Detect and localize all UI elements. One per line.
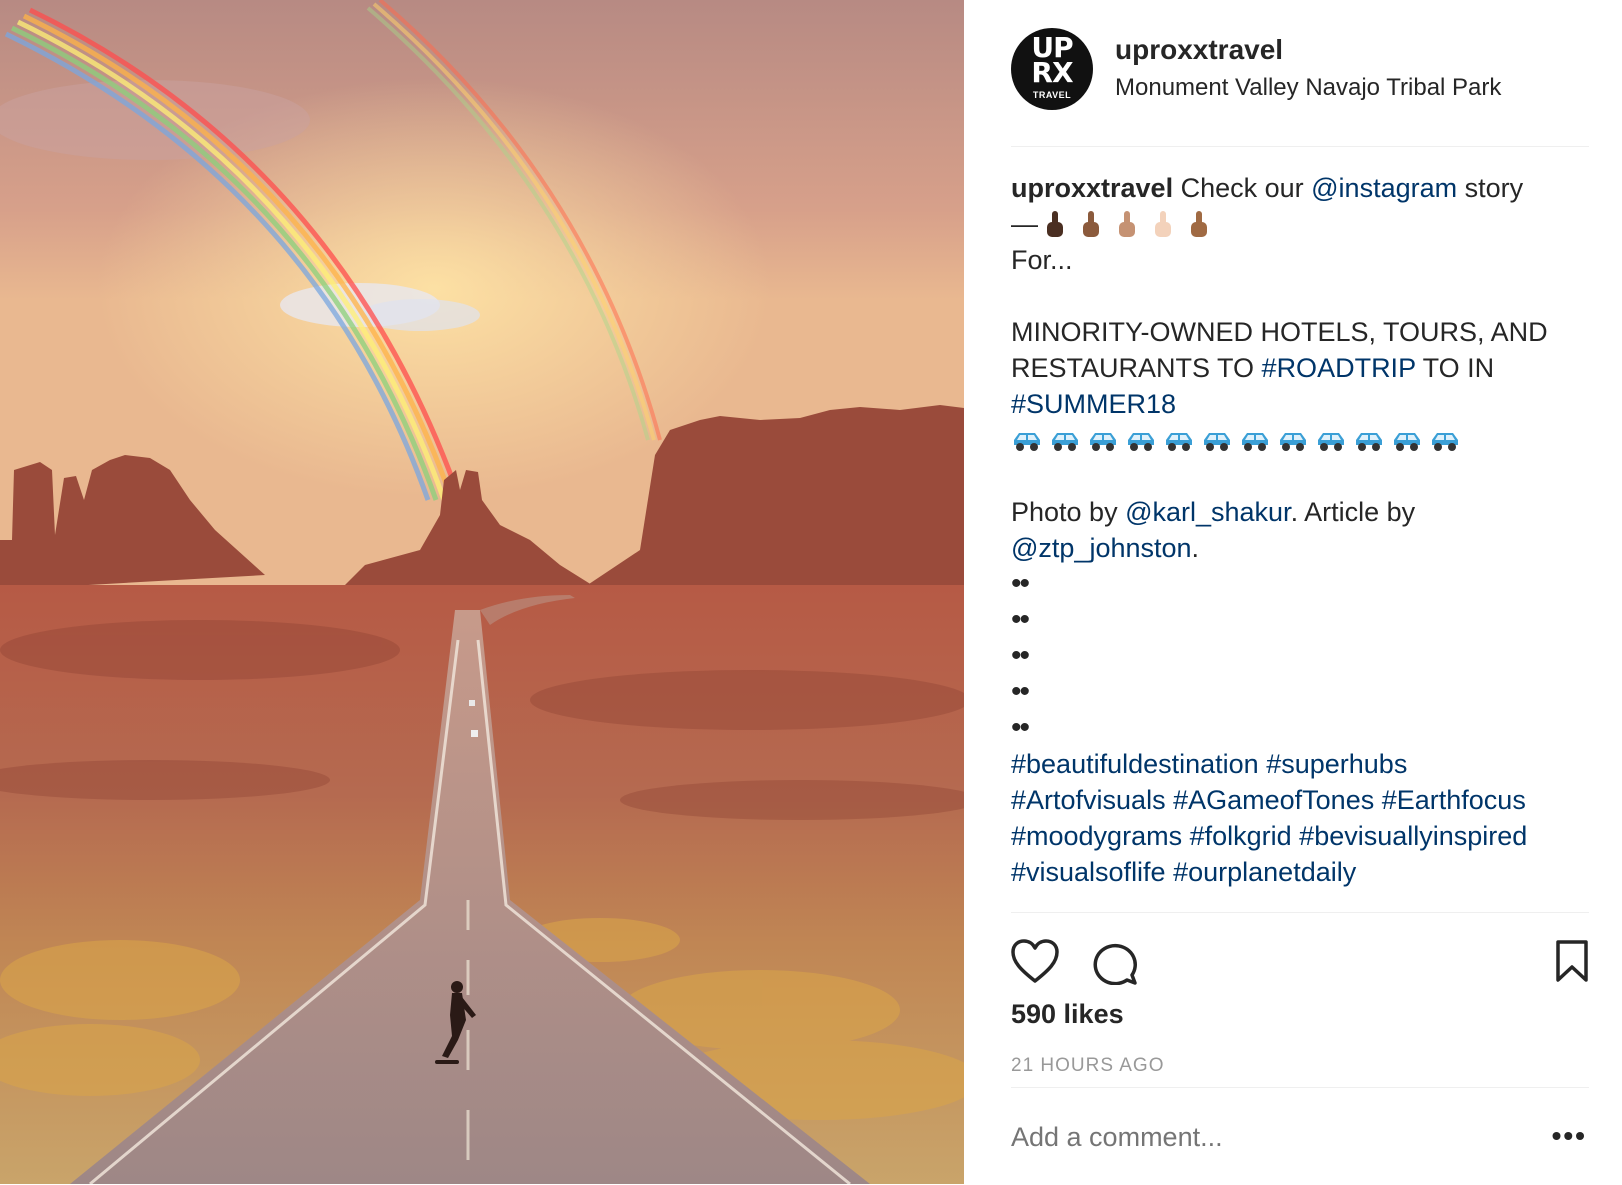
hashtag-link[interactable]: #SUMMER18 — [1011, 389, 1176, 419]
avatar[interactable]: UP RX TRAVEL — [1011, 28, 1093, 110]
hashtag-link[interactable]: #ROADTRIP — [1262, 353, 1416, 383]
mention-link[interactable]: @ztp_johnston — [1011, 533, 1192, 563]
post-view: UP RX TRAVEL uproxxtravel Monument Valle… — [0, 0, 1622, 1184]
save-button[interactable] — [1555, 939, 1589, 983]
like-button[interactable] — [1011, 939, 1059, 985]
caption-text: Photo by — [1011, 497, 1126, 527]
hashtag-link[interactable]: #ourplanetdaily — [1173, 857, 1356, 887]
pointing-hand-emoji-icon — [1046, 211, 1064, 237]
hashtag-link[interactable]: #visualsoflife — [1011, 857, 1166, 887]
hashtag-link[interactable]: #beautifuldestination — [1011, 749, 1259, 779]
pointing-hand-emoji-icon — [1154, 211, 1172, 237]
comment-area: ••• — [1011, 1087, 1589, 1185]
caption-line: uproxxtravel Check our @instagram story — [1011, 170, 1589, 206]
caption-dots: •• — [1011, 675, 1030, 708]
car-emoji-icon — [1432, 433, 1458, 451]
hashtag-link[interactable]: #moodygrams — [1011, 821, 1182, 851]
hashtag-link[interactable]: #Earthfocus — [1382, 785, 1526, 815]
photo-illustration — [0, 0, 964, 1184]
post-header: UP RX TRAVEL uproxxtravel Monument Valle… — [1011, 28, 1589, 147]
pointing-hand-emoji-icon — [1190, 211, 1208, 237]
hashtag-link[interactable]: #bevisuallyinspired — [1299, 821, 1527, 851]
bookmark-icon — [1556, 940, 1588, 982]
car-emoji-row — [1011, 422, 1589, 458]
caption-text: . Article by — [1290, 497, 1416, 527]
car-emoji-icon — [1318, 433, 1344, 451]
caption-headline: MINORITY-OWNED HOTELS, TOURS, AND — [1011, 317, 1548, 347]
hashtag-line: #beautifuldestination #superhubs — [1011, 746, 1589, 782]
caption-text: story — [1457, 173, 1524, 203]
car-emoji-icon — [1356, 433, 1382, 451]
caption-line: #SUMMER18 — [1011, 386, 1589, 422]
car-emoji-icon — [1204, 433, 1230, 451]
car-emoji-icon — [1166, 433, 1192, 451]
caption-credit: Photo by @karl_shakur. Article by — [1011, 494, 1589, 530]
more-options-button[interactable]: ••• — [1552, 1122, 1587, 1150]
hashtag-link[interactable]: #folkgrid — [1190, 821, 1292, 851]
hashtag-line: #visualsoflife #ourplanetdaily — [1011, 854, 1589, 890]
pointing-hand-emoji-icon — [1118, 211, 1136, 237]
location-link[interactable]: Monument Valley Navajo Tribal Park — [1115, 74, 1501, 102]
hashtag-line: #moodygrams #folkgrid #bevisuallyinspire… — [1011, 818, 1589, 854]
comment-bubble-icon — [1093, 943, 1137, 986]
like-count[interactable]: 590 likes — [1011, 999, 1124, 1030]
mention-link[interactable]: @karl_shakur — [1125, 497, 1290, 527]
avatar-logo-text: RX — [1031, 56, 1073, 89]
caption-headline: RESTAURANTS TO #ROADTRIP TO IN — [1011, 350, 1589, 386]
caption-text: TO IN — [1415, 353, 1495, 383]
car-emoji-icon — [1090, 433, 1116, 451]
caption-dots: •• — [1011, 567, 1030, 600]
car-emoji-icon — [1128, 433, 1154, 451]
hashtag-line: #Artofvisuals #AGameofTones #Earthfocus — [1011, 782, 1589, 818]
car-emoji-icon — [1052, 433, 1078, 451]
caption-line: — — [1011, 206, 1589, 242]
hashtag-link[interactable]: #Artofvisuals — [1011, 785, 1166, 815]
caption-text: . — [1191, 533, 1200, 563]
caption-text: Check our — [1173, 173, 1312, 203]
caption-dots: •• — [1011, 603, 1030, 636]
caption-text: RESTAURANTS TO — [1011, 353, 1262, 383]
car-emoji-icon — [1242, 433, 1268, 451]
hashtag-link[interactable]: #AGameofTones — [1173, 785, 1374, 815]
caption-username-link[interactable]: uproxxtravel — [1011, 173, 1173, 203]
car-emoji-icon — [1394, 433, 1420, 451]
hashtag-link[interactable]: #superhubs — [1266, 749, 1407, 779]
car-emoji-icon — [1280, 433, 1306, 451]
pointing-hand-emoji-row — [1046, 209, 1226, 239]
post-timestamp[interactable]: 21 HOURS AGO — [1011, 1055, 1165, 1077]
post-side-panel: UP RX TRAVEL uproxxtravel Monument Valle… — [964, 0, 1622, 1184]
caption-for: For... — [1011, 245, 1073, 275]
mention-link[interactable]: @instagram — [1311, 173, 1457, 203]
caption-dash: — — [1011, 209, 1038, 239]
caption-dots: •• — [1011, 639, 1030, 672]
caption-credit: @ztp_johnston. — [1011, 530, 1589, 566]
caption-dots: •• — [1011, 711, 1030, 744]
comment-input[interactable] — [1011, 1122, 1511, 1153]
car-emoji-icon — [1014, 433, 1040, 451]
post-caption: uproxxtravel Check our @instagram story … — [1011, 170, 1589, 910]
post-photo[interactable] — [0, 0, 964, 1184]
pointing-hand-emoji-icon — [1082, 211, 1100, 237]
header-username-link[interactable]: uproxxtravel — [1115, 34, 1283, 66]
avatar-logo-subtext: TRAVEL — [1032, 90, 1072, 100]
comment-button[interactable] — [1091, 939, 1139, 986]
heart-icon — [1011, 939, 1059, 983]
